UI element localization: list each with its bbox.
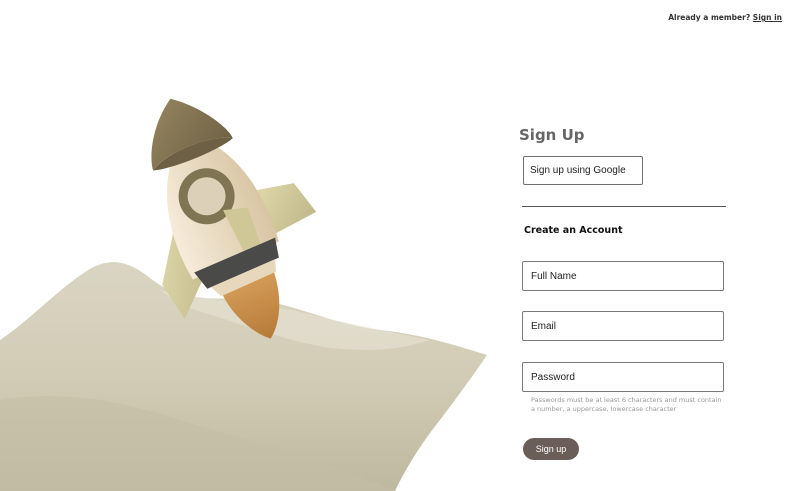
rocket-illustration [0,98,487,491]
full-name-field[interactable] [522,261,724,291]
page-title: Sign Up [519,126,585,144]
signup-submit-button[interactable]: Sign up [523,438,579,460]
signin-prompt-text: Already a member? [668,13,751,22]
google-signup-button[interactable]: Sign up using Google [523,156,643,185]
signin-link[interactable]: Sign in [753,13,782,22]
email-field[interactable] [522,311,724,341]
password-field[interactable] [522,362,724,392]
signin-prompt: Already a member? Sign in [668,13,782,22]
section-heading: Create an Account [524,225,623,236]
password-hint: Passwords must be at least 6 characters … [531,396,722,413]
divider [522,206,726,207]
